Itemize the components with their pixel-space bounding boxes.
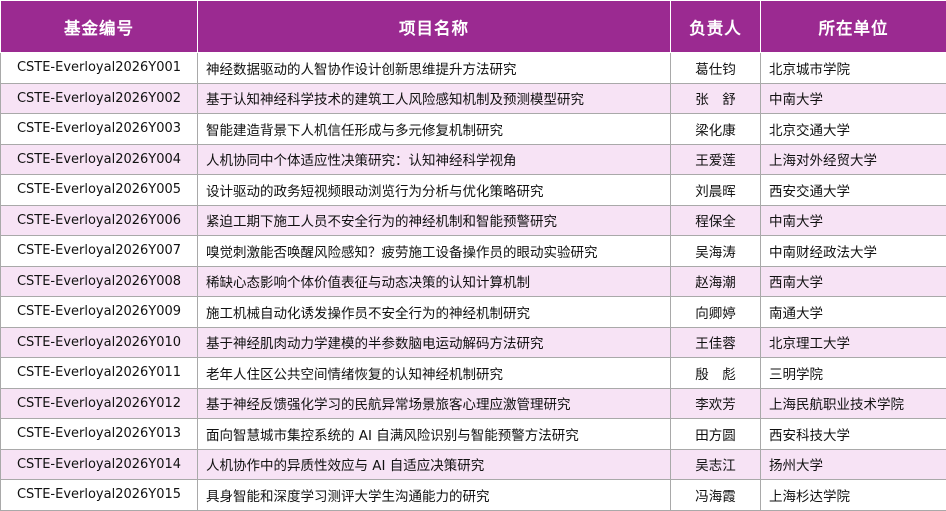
fund-id-cell: CSTE-Everloyal2026Y007 — [1, 236, 198, 267]
institution-cell: 北京城市学院 — [761, 53, 946, 84]
project-title-cell: 神经数据驱动的人智协作设计创新思维提升方法研究 — [198, 53, 671, 84]
principal-cell: 葛仕钧 — [671, 53, 761, 84]
project-title-cell: 基于认知神经科学技术的建筑工人风险感知机制及预测模型研究 — [198, 83, 671, 114]
project-title-cell: 老年人住区公共空间情绪恢复的认知神经机制研究 — [198, 358, 671, 389]
fund-id-cell: CSTE-Everloyal2026Y010 — [1, 327, 198, 358]
project-title-cell: 具身智能和深度学习测评大学生沟通能力的研究 — [198, 480, 671, 511]
institution-cell: 南通大学 — [761, 297, 946, 328]
fund-id-cell: CSTE-Everloyal2026Y006 — [1, 205, 198, 236]
project-title-cell: 稀缺心态影响个体价值表征与动态决策的认知计算机制 — [198, 266, 671, 297]
fund-id-cell: CSTE-Everloyal2026Y005 — [1, 175, 198, 206]
project-title-cell: 设计驱动的政务短视频眼动浏览行为分析与优化策略研究 — [198, 175, 671, 206]
principal-cell: 张 舒 — [671, 83, 761, 114]
fund-id-cell: CSTE-Everloyal2026Y009 — [1, 297, 198, 328]
principal-cell: 王佳蓉 — [671, 327, 761, 358]
fund-id-cell: CSTE-Everloyal2026Y003 — [1, 114, 198, 145]
fund-id-cell: CSTE-Everloyal2026Y012 — [1, 388, 198, 419]
fund-id-cell: CSTE-Everloyal2026Y014 — [1, 449, 198, 480]
institution-cell: 西安科技大学 — [761, 419, 946, 450]
grant-table: 基金编号 项目名称 负责人 所在单位 CSTE-Everloyal2026Y00… — [0, 0, 946, 511]
principal-cell: 梁化康 — [671, 114, 761, 145]
institution-cell: 中南财经政法大学 — [761, 236, 946, 267]
table-row: CSTE-Everloyal2026Y005设计驱动的政务短视频眼动浏览行为分析… — [1, 175, 946, 206]
principal-cell: 田方圆 — [671, 419, 761, 450]
table-row: CSTE-Everloyal2026Y013面向智慧城市集控系统的 AI 自满风… — [1, 419, 946, 450]
fund-id-cell: CSTE-Everloyal2026Y011 — [1, 358, 198, 389]
fund-id-cell: CSTE-Everloyal2026Y002 — [1, 83, 198, 114]
project-title-cell: 智能建造背景下人机信任形成与多元修复机制研究 — [198, 114, 671, 145]
table-row: CSTE-Everloyal2026Y012基于神经反馈强化学习的民航异常场景旅… — [1, 388, 946, 419]
institution-cell: 上海民航职业技术学院 — [761, 388, 946, 419]
institution-cell: 上海对外经贸大学 — [761, 144, 946, 175]
project-title-cell: 人机协同中个体适应性决策研究：认知神经科学视角 — [198, 144, 671, 175]
fund-id-cell: CSTE-Everloyal2026Y001 — [1, 53, 198, 84]
fund-id-cell: CSTE-Everloyal2026Y013 — [1, 419, 198, 450]
principal-cell: 殷 彪 — [671, 358, 761, 389]
institution-cell: 西安交通大学 — [761, 175, 946, 206]
principal-cell: 冯海霞 — [671, 480, 761, 511]
institution-cell: 扬州大学 — [761, 449, 946, 480]
institution-cell: 中南大学 — [761, 83, 946, 114]
table-row: CSTE-Everloyal2026Y015具身智能和深度学习测评大学生沟通能力… — [1, 480, 946, 511]
table-row: CSTE-Everloyal2026Y011老年人住区公共空间情绪恢复的认知神经… — [1, 358, 946, 389]
fund-id-cell: CSTE-Everloyal2026Y008 — [1, 266, 198, 297]
project-title-cell: 紧迫工期下施工人员不安全行为的神经机制和智能预警研究 — [198, 205, 671, 236]
table-row: CSTE-Everloyal2026Y002基于认知神经科学技术的建筑工人风险感… — [1, 83, 946, 114]
principal-cell: 王爱莲 — [671, 144, 761, 175]
table-row: CSTE-Everloyal2026Y010基于神经肌肉动力学建模的半参数脑电运… — [1, 327, 946, 358]
table-row: CSTE-Everloyal2026Y004人机协同中个体适应性决策研究：认知神… — [1, 144, 946, 175]
header-fund-id: 基金编号 — [1, 1, 198, 53]
principal-cell: 赵海潮 — [671, 266, 761, 297]
institution-cell: 西南大学 — [761, 266, 946, 297]
table-header: 基金编号 项目名称 负责人 所在单位 — [1, 1, 946, 53]
principal-cell: 李欢芳 — [671, 388, 761, 419]
header-row: 基金编号 项目名称 负责人 所在单位 — [1, 1, 946, 53]
project-title-cell: 基于神经肌肉动力学建模的半参数脑电运动解码方法研究 — [198, 327, 671, 358]
table-row: CSTE-Everloyal2026Y007嗅觉刺激能否唤醒风险感知？疲劳施工设… — [1, 236, 946, 267]
table-row: CSTE-Everloyal2026Y001神经数据驱动的人智协作设计创新思维提… — [1, 53, 946, 84]
institution-cell: 上海杉达学院 — [761, 480, 946, 511]
principal-cell: 刘晨晖 — [671, 175, 761, 206]
project-title-cell: 基于神经反馈强化学习的民航异常场景旅客心理应激管理研究 — [198, 388, 671, 419]
principal-cell: 吴海涛 — [671, 236, 761, 267]
fund-id-cell: CSTE-Everloyal2026Y015 — [1, 480, 198, 511]
header-project-title: 项目名称 — [198, 1, 671, 53]
project-title-cell: 人机协作中的异质性效应与 AI 自适应决策研究 — [198, 449, 671, 480]
institution-cell: 三明学院 — [761, 358, 946, 389]
table-row: CSTE-Everloyal2026Y009施工机械自动化诱发操作员不安全行为的… — [1, 297, 946, 328]
table-body: CSTE-Everloyal2026Y001神经数据驱动的人智协作设计创新思维提… — [1, 53, 946, 511]
project-title-cell: 施工机械自动化诱发操作员不安全行为的神经机制研究 — [198, 297, 671, 328]
project-title-cell: 面向智慧城市集控系统的 AI 自满风险识别与智能预警方法研究 — [198, 419, 671, 450]
institution-cell: 中南大学 — [761, 205, 946, 236]
table-row: CSTE-Everloyal2026Y006紧迫工期下施工人员不安全行为的神经机… — [1, 205, 946, 236]
fund-id-cell: CSTE-Everloyal2026Y004 — [1, 144, 198, 175]
institution-cell: 北京理工大学 — [761, 327, 946, 358]
header-institution: 所在单位 — [761, 1, 946, 53]
principal-cell: 程保全 — [671, 205, 761, 236]
project-title-cell: 嗅觉刺激能否唤醒风险感知？疲劳施工设备操作员的眼动实验研究 — [198, 236, 671, 267]
principal-cell: 吴志江 — [671, 449, 761, 480]
table-row: CSTE-Everloyal2026Y014人机协作中的异质性效应与 AI 自适… — [1, 449, 946, 480]
principal-cell: 向卿婷 — [671, 297, 761, 328]
institution-cell: 北京交通大学 — [761, 114, 946, 145]
table-row: CSTE-Everloyal2026Y003智能建造背景下人机信任形成与多元修复… — [1, 114, 946, 145]
table-row: CSTE-Everloyal2026Y008稀缺心态影响个体价值表征与动态决策的… — [1, 266, 946, 297]
header-principal: 负责人 — [671, 1, 761, 53]
